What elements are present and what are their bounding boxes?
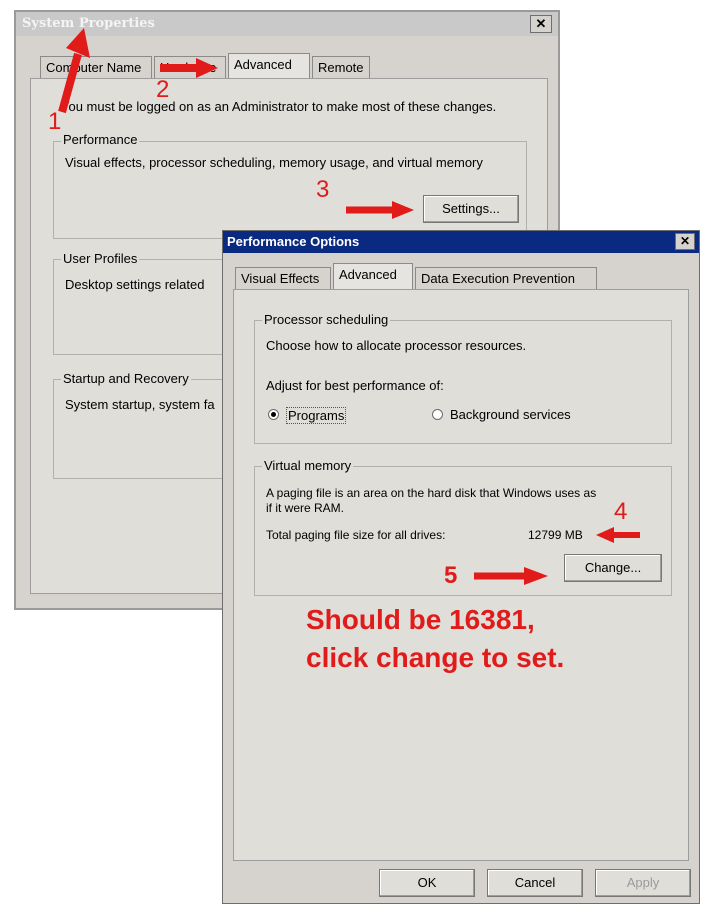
arrow-3-icon [346, 201, 414, 219]
note-line-2: click change to set. [306, 642, 565, 673]
step-1-label: 1 [48, 108, 62, 135]
note-line-1: Should be 16381, [306, 604, 535, 635]
step-2-label: 2 [156, 76, 170, 103]
step-4-label: 4 [614, 498, 628, 525]
annotation-arrows [58, 28, 640, 585]
arrow-1-icon [58, 28, 90, 114]
arrow-5-icon [474, 567, 548, 585]
step-5-label: 5 [444, 562, 458, 589]
arrow-2-icon [160, 58, 218, 78]
step-3-label: 3 [316, 176, 330, 203]
arrow-4-icon [596, 527, 640, 543]
